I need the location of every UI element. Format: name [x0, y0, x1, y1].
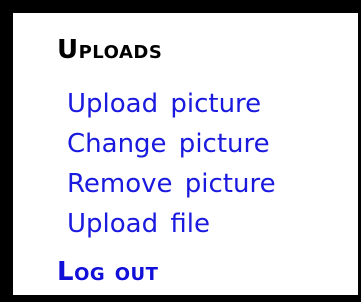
change-picture-link[interactable]: Change picture	[67, 129, 270, 159]
uploads-menu-panel: Uploads Upload picture Change picture Re…	[9, 9, 358, 295]
uploads-heading: Uploads	[57, 35, 163, 65]
list-item: Remove picture	[67, 164, 276, 204]
remove-picture-link[interactable]: Remove picture	[67, 169, 276, 199]
upload-file-link[interactable]: Upload file	[67, 209, 210, 239]
upload-picture-link[interactable]: Upload picture	[67, 89, 261, 119]
panel-background: Uploads Upload picture Change picture Re…	[13, 13, 358, 295]
list-item: Upload picture	[67, 84, 276, 124]
log-out-link[interactable]: Log out	[57, 259, 158, 285]
list-item: Upload file	[67, 204, 276, 244]
list-item: Change picture	[67, 124, 276, 164]
uploads-link-list: Upload picture Change picture Remove pic…	[67, 84, 276, 244]
